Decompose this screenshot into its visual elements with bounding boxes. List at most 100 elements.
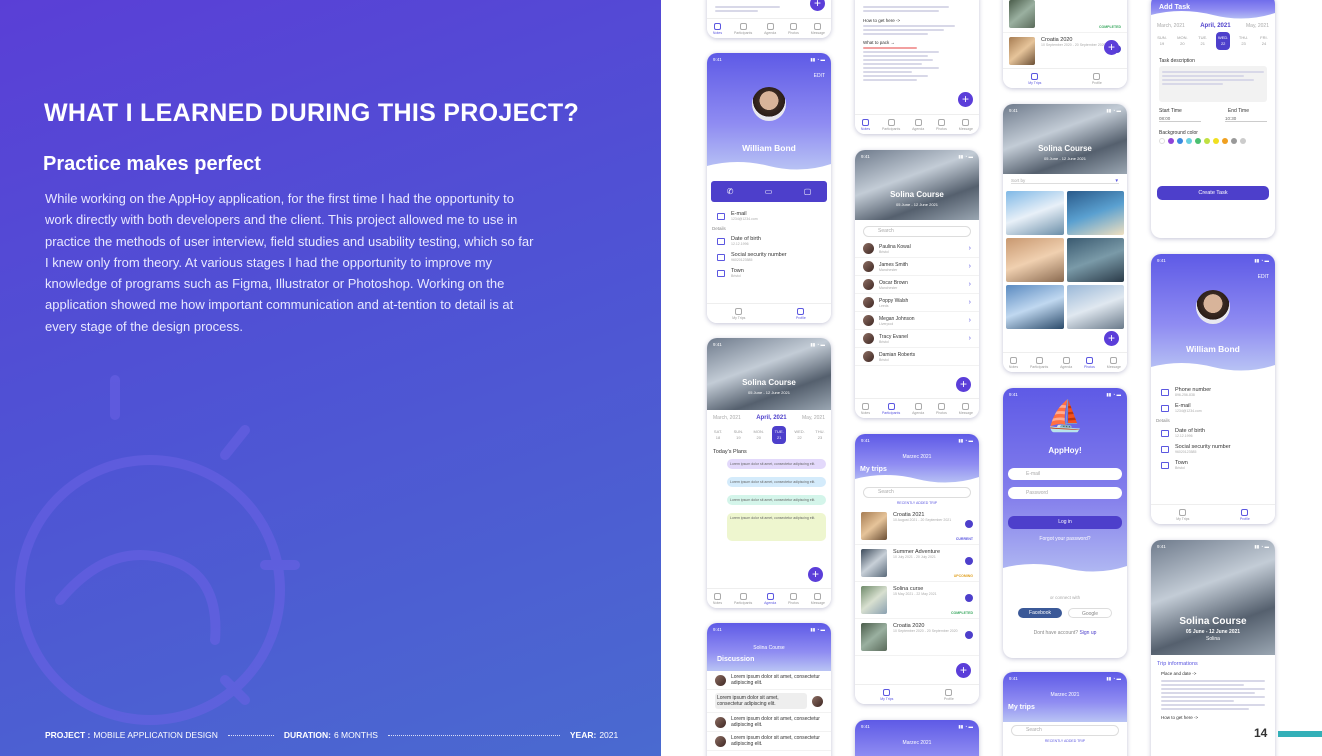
- search-input[interactable]: Search: [863, 226, 971, 237]
- list-item[interactable]: Oscar Brown Manchester ›: [855, 276, 979, 294]
- photo[interactable]: [1066, 285, 1124, 329]
- tab-agenda[interactable]: Agenda: [764, 592, 776, 605]
- login-button[interactable]: Log in: [1008, 516, 1122, 529]
- color-swatch[interactable]: [1168, 138, 1174, 144]
- add-button[interactable]: +: [808, 567, 823, 582]
- tab-notes[interactable]: Notes: [861, 118, 870, 131]
- trip-card[interactable]: Croatia 2020 10 September 2020 - 20 Septe…: [855, 619, 979, 656]
- tab-message[interactable]: Message: [811, 22, 825, 35]
- tab-photos[interactable]: Photos: [936, 118, 947, 131]
- trip-card[interactable]: Solina curse 15 May 2021 - 22 May 2021 COM…: [855, 582, 979, 619]
- color-swatch[interactable]: [1240, 138, 1246, 144]
- photo[interactable]: [1006, 285, 1064, 329]
- color-swatch[interactable]: [1195, 138, 1201, 144]
- day-selected[interactable]: WED. 22: [1216, 32, 1231, 50]
- create-task-button[interactable]: Create Task: [1157, 186, 1269, 200]
- task-description-input[interactable]: [1159, 66, 1267, 102]
- end-time-input[interactable]: 10:30: [1225, 116, 1267, 122]
- tab-my-trips[interactable]: My Trips: [732, 307, 745, 320]
- add-button[interactable]: +: [956, 663, 971, 678]
- color-swatch[interactable]: [1222, 138, 1228, 144]
- tab-notes[interactable]: Notes: [1009, 356, 1018, 369]
- color-swatch[interactable]: [1231, 138, 1237, 144]
- color-swatch[interactable]: [1177, 138, 1183, 144]
- tab-agenda[interactable]: Agenda: [912, 402, 924, 415]
- tab-participants[interactable]: Participants: [734, 22, 752, 35]
- tab-participants[interactable]: Participants: [882, 118, 900, 131]
- tab-my-trips[interactable]: My Trips: [1176, 508, 1189, 521]
- add-button[interactable]: +: [958, 92, 973, 107]
- tab-profile[interactable]: Profile: [944, 688, 954, 701]
- forgot-password-link[interactable]: Forgot your password?: [1003, 536, 1127, 542]
- plan-item[interactable]: Lorem ipsum dolor sit amet, consectetur …: [727, 513, 826, 541]
- tab-message[interactable]: Message: [959, 402, 973, 415]
- video-icon[interactable]: ▢: [804, 187, 812, 196]
- plan-item[interactable]: Lorem ipsum dolor sit amet, consectetur …: [727, 459, 826, 469]
- tab-participants[interactable]: Participants: [1030, 356, 1048, 369]
- photo[interactable]: [1066, 191, 1124, 235]
- tab-participants[interactable]: Participants: [882, 402, 900, 415]
- day[interactable]: MON. 20: [1175, 32, 1189, 50]
- list-item[interactable]: Tracy Evanel Bristol ›: [855, 330, 979, 348]
- search-input[interactable]: Search: [863, 487, 971, 498]
- tab-message[interactable]: Message: [811, 592, 825, 605]
- tab-photos[interactable]: Photos: [1084, 356, 1095, 369]
- color-swatch[interactable]: [1186, 138, 1192, 144]
- photo[interactable]: [1006, 191, 1064, 235]
- phone-icon[interactable]: ✆: [727, 187, 734, 196]
- day[interactable]: SUN. 19: [1155, 32, 1169, 50]
- day[interactable]: SAT. 18: [711, 426, 725, 444]
- facebook-button[interactable]: Facebook: [1018, 608, 1062, 618]
- google-button[interactable]: Google: [1068, 608, 1112, 618]
- day[interactable]: THU. 23: [813, 426, 827, 444]
- tab-agenda[interactable]: Agenda: [912, 118, 924, 131]
- list-item[interactable]: James Smith Manchester ›: [855, 258, 979, 276]
- tab-notes[interactable]: Notes: [861, 402, 870, 415]
- day[interactable]: FRI. 24: [1257, 32, 1271, 50]
- list-item[interactable]: Damian Roberts Bristol: [855, 348, 979, 366]
- edit-link[interactable]: EDIT: [814, 73, 825, 79]
- photo[interactable]: [1066, 238, 1124, 282]
- trip-card[interactable]: COMPLETED: [1003, 0, 1127, 33]
- day[interactable]: TUE. 21: [1196, 32, 1210, 50]
- add-button[interactable]: +: [1104, 40, 1119, 55]
- day[interactable]: SUN. 19: [731, 426, 745, 444]
- tab-my-trips[interactable]: My Trips: [880, 688, 893, 701]
- sign-up-link[interactable]: Sign up: [1079, 630, 1096, 636]
- tab-photos[interactable]: Photos: [788, 22, 799, 35]
- tab-message[interactable]: Message: [959, 118, 973, 131]
- list-item[interactable]: Megan Johnson Liverpool ›: [855, 312, 979, 330]
- list-item[interactable]: Paulina Kowal Bristol ›: [855, 240, 979, 258]
- sort-dropdown[interactable]: Sort by ▼: [1011, 178, 1119, 184]
- edit-link[interactable]: EDIT: [1258, 274, 1269, 280]
- day[interactable]: THU. 23: [1237, 32, 1251, 50]
- tab-photos[interactable]: Photos: [936, 402, 947, 415]
- tab-participants[interactable]: Participants: [734, 592, 752, 605]
- add-button[interactable]: +: [956, 377, 971, 392]
- add-button[interactable]: +: [1104, 331, 1119, 346]
- plan-item[interactable]: Lorem ipsum dolor sit amet, consectetur …: [727, 477, 826, 487]
- color-swatch[interactable]: [1159, 138, 1165, 144]
- tab-profile[interactable]: Profile: [1092, 72, 1102, 85]
- tab-message[interactable]: Message: [1107, 356, 1121, 369]
- day-selected[interactable]: TUE. 21: [772, 426, 787, 444]
- email-field[interactable]: E-mail: [1008, 468, 1122, 480]
- password-field[interactable]: Password: [1008, 487, 1122, 499]
- color-swatch[interactable]: [1204, 138, 1210, 144]
- tab-profile[interactable]: Profile: [796, 307, 806, 320]
- trip-card[interactable]: Summer Adventure 10 July 2021 - 20 July 2…: [855, 545, 979, 582]
- photo[interactable]: [1006, 238, 1064, 282]
- day[interactable]: MON. 20: [752, 426, 766, 444]
- tab-my-trips[interactable]: My Trips: [1028, 72, 1041, 85]
- tab-agenda[interactable]: Agenda: [764, 22, 776, 35]
- trip-card[interactable]: Croatia 2021 10 August 2021 - 20 Septembe…: [855, 508, 979, 545]
- color-swatch[interactable]: [1213, 138, 1219, 144]
- search-input[interactable]: Search: [1011, 725, 1119, 736]
- tab-photos[interactable]: Photos: [788, 592, 799, 605]
- chat-icon[interactable]: ▭: [765, 187, 773, 196]
- start-time-input[interactable]: 08:00: [1159, 116, 1201, 122]
- tab-profile[interactable]: Profile: [1240, 508, 1250, 521]
- tab-notes[interactable]: Notes: [713, 592, 722, 605]
- day[interactable]: WED. 22: [793, 426, 807, 444]
- list-item[interactable]: Poppy Walsh Leeds ›: [855, 294, 979, 312]
